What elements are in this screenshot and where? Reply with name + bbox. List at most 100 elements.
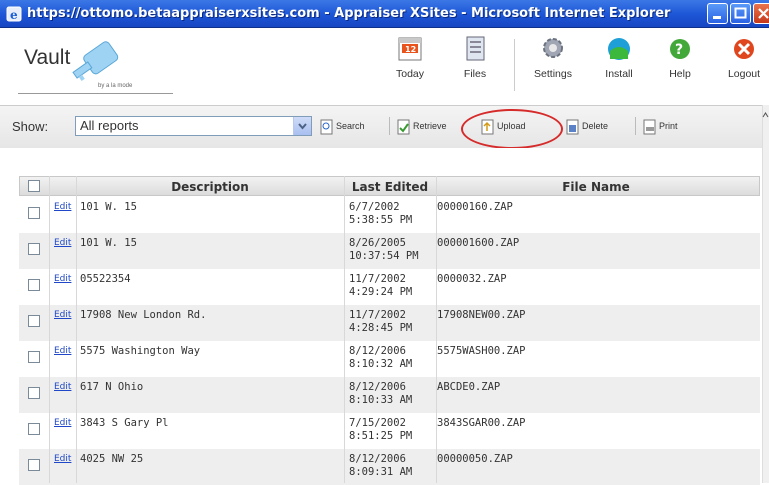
column-divider — [344, 176, 345, 483]
edit-link[interactable]: Edit — [54, 202, 71, 212]
nav-settings[interactable]: Settings — [527, 35, 579, 80]
vertical-scrollbar[interactable] — [762, 105, 769, 483]
table-row[interactable]: Edit 5575 Washington Way 8/12/2006 8:10:32 … — [19, 341, 760, 377]
row-file-name: ABCDE0.ZAP — [437, 381, 501, 393]
row-checkbox[interactable] — [28, 351, 40, 363]
row-date: 8/12/2006 — [349, 345, 406, 357]
table-row[interactable]: Edit 05522354 11/7/2002 4:29:24 PM 0000032.Z… — [19, 269, 760, 305]
edit-link[interactable]: Edit — [54, 238, 71, 248]
upload-highlight-circle — [461, 109, 563, 149]
dropdown-button[interactable] — [293, 117, 311, 135]
row-description: 5575 Washington Way — [80, 345, 201, 357]
row-time: 8:10:33 AM — [349, 394, 413, 406]
table-row[interactable]: Edit 101 W. 15 8/26/2005 10:37:54 PM 0000016… — [19, 233, 760, 269]
row-checkbox[interactable] — [28, 279, 40, 291]
toolbar-separator — [389, 117, 390, 135]
nav-files-label: Files — [463, 68, 487, 80]
retrieve-label: Retrieve — [413, 121, 447, 131]
nav-logout[interactable]: Logout — [722, 35, 766, 80]
search-label: Search — [336, 121, 365, 131]
edit-link[interactable]: Edit — [54, 310, 71, 320]
delete-label: Delete — [582, 121, 609, 131]
row-file-name: 000001600.ZAP — [437, 237, 520, 249]
nav-settings-label: Settings — [534, 68, 572, 80]
scroll-up-icon[interactable] — [762, 108, 769, 122]
chevron-down-icon — [298, 123, 307, 130]
table-row[interactable]: Edit 4025 NW 25 8/12/2006 8:09:31 AM 0000005… — [19, 449, 760, 485]
report-filter-value: All reports — [80, 118, 139, 133]
column-header-description[interactable]: Description — [76, 180, 344, 194]
print-label: Print — [659, 121, 678, 131]
row-checkbox[interactable] — [28, 387, 40, 399]
spacer — [0, 148, 762, 175]
row-checkbox[interactable] — [28, 423, 40, 435]
row-checkbox[interactable] — [28, 243, 40, 255]
maximize-button[interactable] — [730, 3, 751, 24]
search-button[interactable]: Search — [320, 117, 365, 137]
edit-link[interactable]: Edit — [54, 382, 71, 392]
row-date: 7/15/2002 — [349, 417, 406, 429]
row-description: 101 W. 15 — [80, 237, 137, 249]
row-time: 8:09:31 AM — [349, 466, 413, 478]
row-last-edited: 11/7/2002 4:29:24 PM — [349, 273, 412, 299]
column-divider — [49, 176, 50, 483]
column-header-last-edited[interactable]: Last Edited — [344, 180, 436, 194]
column-divider — [436, 176, 437, 483]
row-file-name: 17908NEW00.ZAP — [437, 309, 526, 321]
show-label: Show: — [12, 119, 49, 134]
row-time: 8:10:32 AM — [349, 358, 413, 370]
row-checkbox[interactable] — [28, 315, 40, 327]
column-header-file-name[interactable]: File Name — [436, 180, 756, 194]
window-titlebar[interactable]: e https://ottomo.betaappraiserxsites.com… — [0, 0, 769, 28]
edit-link[interactable]: Edit — [54, 454, 71, 464]
calendar-date: 12 — [405, 45, 416, 54]
svg-text:?: ? — [675, 42, 683, 58]
edit-link[interactable]: Edit — [54, 418, 71, 428]
row-file-name: 5575WASH00.ZAP — [437, 345, 526, 357]
row-checkbox[interactable] — [28, 207, 40, 219]
edit-link[interactable]: Edit — [54, 346, 71, 356]
row-description: 4025 NW 25 — [80, 453, 144, 465]
minimize-button[interactable] — [707, 3, 728, 24]
row-date: 6/7/2002 — [349, 201, 400, 213]
window-title: https://ottomo.betaappraiserxsites.com -… — [27, 6, 671, 21]
edit-link[interactable]: Edit — [54, 274, 71, 284]
column-divider — [76, 176, 77, 483]
row-last-edited: 8/12/2006 8:10:33 AM — [349, 381, 412, 407]
logout-icon — [734, 39, 754, 59]
help-icon: ? — [670, 39, 690, 59]
files-icon — [466, 36, 485, 61]
nav-help[interactable]: ? Help — [663, 35, 697, 80]
report-filter-select[interactable]: All reports — [75, 116, 312, 136]
svg-text:e: e — [10, 8, 18, 22]
internet-explorer-icon: e — [6, 6, 22, 22]
row-time: 4:29:24 PM — [349, 286, 413, 298]
row-date: 8/12/2006 — [349, 453, 406, 465]
nav-divider — [514, 39, 515, 91]
retrieve-button[interactable]: Retrieve — [397, 117, 447, 137]
table-row[interactable]: Edit 101 W. 15 6/7/2002 5:38:55 PM 00000160.… — [19, 197, 760, 233]
print-icon — [643, 119, 656, 135]
delete-button[interactable]: Delete — [566, 117, 608, 137]
nav-install[interactable]: Install — [597, 35, 641, 80]
row-file-name: 3843SGAR00.ZAP — [437, 417, 526, 429]
table-row[interactable]: Edit 17908 New London Rd. 11/7/2002 4:28:45… — [19, 305, 760, 341]
row-time: 5:38:55 PM — [349, 214, 413, 226]
print-button[interactable]: Print — [643, 117, 678, 137]
close-button[interactable] — [753, 3, 769, 24]
row-description: 05522354 — [80, 273, 131, 285]
row-date: 8/12/2006 — [349, 381, 406, 393]
row-last-edited: 8/26/2005 10:37:54 PM — [349, 237, 419, 263]
nav-files[interactable]: Files — [453, 35, 497, 80]
logo-underline — [18, 93, 173, 94]
select-all-checkbox[interactable] — [28, 180, 40, 192]
row-time: 4:28:45 PM — [349, 322, 413, 334]
row-last-edited: 8/12/2006 8:09:31 AM — [349, 453, 412, 479]
row-checkbox[interactable] — [28, 459, 40, 471]
table-row[interactable]: Edit 3843 S Gary Pl 7/15/2002 8:51:25 PM 384… — [19, 413, 760, 449]
close-icon — [758, 8, 769, 19]
row-description: 617 N Ohio — [80, 381, 144, 393]
row-time: 8:51:25 PM — [349, 430, 413, 442]
nav-today[interactable]: 12 Today — [388, 35, 432, 80]
table-row[interactable]: Edit 617 N Ohio 8/12/2006 8:10:33 AM ABCDE0.… — [19, 377, 760, 413]
